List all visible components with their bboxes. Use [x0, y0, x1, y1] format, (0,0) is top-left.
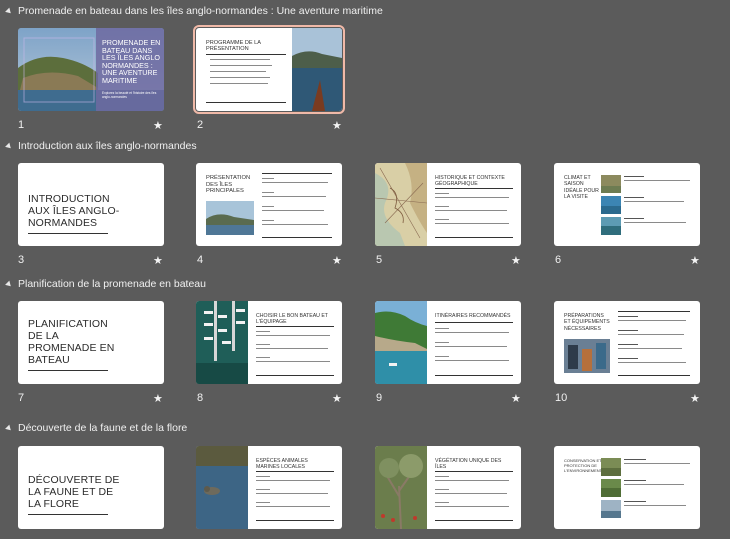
section-header-1[interactable]: Promenade en bateau dans les îles anglo-…	[5, 4, 383, 18]
collapse-triangle-icon[interactable]	[5, 424, 13, 432]
slide-thumbnail-14[interactable]: CONSERVATION ET PROTECTION DE L'ENVIRONN…	[554, 446, 700, 529]
slide-thumbnail-3[interactable]: INTRODUCTION AUX ÎLES ANGLO- NORMANDES	[18, 163, 164, 246]
slide-number: 8	[197, 392, 204, 404]
collapse-triangle-icon[interactable]	[5, 7, 13, 15]
section-header-4[interactable]: Découverte de la faune et de la flore	[5, 421, 188, 435]
landscape-photo	[601, 479, 621, 497]
section-header-2[interactable]: Introduction aux îles anglo-normandes	[5, 139, 197, 153]
slide-title: PROGRAMME DE LA PRÉSENTATION	[206, 40, 261, 53]
seal-photo	[196, 446, 248, 529]
collapse-triangle-icon[interactable]	[5, 142, 13, 150]
slide-title: INTRODUCTION AUX ÎLES ANGLO- NORMANDES	[28, 193, 119, 234]
slide-title: CLIMAT ET SAISON IDÉALE POUR LA VISITE	[564, 175, 599, 201]
slide-thumbnail-10[interactable]: PRÉPARATIONS ET ÉQUIPEMENTS NÉCESSAIRES	[554, 301, 700, 384]
slide-title: CONSERVATION ET PROTECTION DE L'ENVIRONN…	[564, 458, 603, 473]
slide-title: DÉCOUVERTE DE LA FAUNE ET DE LA FLORE	[28, 474, 120, 515]
slide-title: HISTORIQUE ET CONTEXTE GÉOGRAPHIQUE	[435, 175, 505, 187]
slide-thumbnail-4[interactable]: PRÉSENTATION DES ÎLES PRINCIPALES	[196, 163, 342, 246]
landscape-photo	[601, 500, 621, 518]
slide-number: 1	[18, 119, 25, 131]
slide-thumbnail-12[interactable]: ESPÈCES ANIMALES MARINES LOCALES	[196, 446, 342, 529]
slide-number: 10	[555, 392, 568, 404]
slide-thumbnail-2[interactable]: PROGRAMME DE LA PRÉSENTATION	[193, 25, 345, 114]
slide-title: ITINÉRAIRES RECOMMANDÉS	[435, 313, 511, 319]
slide-thumbnail-6[interactable]: CLIMAT ET SAISON IDÉALE POUR LA VISITE	[554, 163, 700, 246]
slide-thumbnail-1[interactable]: PROMENADE EN BATEAU DANS LES ÎLES ANGLO …	[18, 28, 164, 111]
slide-title: PLANIFICATION DE LA PROMENADE EN BATEAU	[28, 318, 114, 371]
slide-thumbnail-7[interactable]: PLANIFICATION DE LA PROMENADE EN BATEAU	[18, 301, 164, 384]
cove-photo	[375, 301, 427, 384]
section-title: Promenade en bateau dans les îles anglo-…	[18, 5, 383, 17]
slide-title: PRÉSENTATION DES ÎLES PRINCIPALES	[206, 175, 251, 195]
slide-thumbnail-11[interactable]: DÉCOUVERTE DE LA FAUNE ET DE LA FLORE	[18, 446, 164, 529]
sea-boat-photo	[292, 28, 342, 111]
map-photo	[375, 163, 427, 246]
marina-photo	[196, 301, 248, 384]
section-header-3[interactable]: Planification de la promenade en bateau	[5, 277, 206, 291]
slide-title: ESPÈCES ANIMALES MARINES LOCALES	[256, 458, 308, 470]
animation-star-icon: ★	[690, 393, 700, 405]
slide-number: 7	[18, 392, 25, 404]
slide-number: 2	[197, 119, 204, 131]
animation-star-icon: ★	[332, 255, 342, 267]
collapse-triangle-icon[interactable]	[5, 280, 13, 288]
slide-thumbnail-9[interactable]: ITINÉRAIRES RECOMMANDÉS	[375, 301, 521, 384]
animation-star-icon: ★	[511, 393, 521, 405]
animation-star-icon: ★	[153, 255, 163, 267]
slide-thumbnail-13[interactable]: VÉGÉTATION UNIQUE DES ÎLES	[375, 446, 521, 529]
animation-star-icon: ★	[332, 393, 342, 405]
slide-number: 5	[376, 254, 383, 266]
animation-star-icon: ★	[153, 393, 163, 405]
slide-thumbnail-5[interactable]: HISTORIQUE ET CONTEXTE GÉOGRAPHIQUE	[375, 163, 521, 246]
slide-number: 9	[376, 392, 383, 404]
slide-thumbnail-8[interactable]: CHOISIR LE BON BATEAU ET L'ÉQUIPAGE	[196, 301, 342, 384]
slide-subtitle: Explorez la beauté et l'histoire des île…	[102, 91, 157, 99]
animation-star-icon: ★	[690, 255, 700, 267]
slide-title: VÉGÉTATION UNIQUE DES ÎLES	[435, 458, 502, 470]
slide-number: 4	[197, 254, 204, 266]
landscape-photo	[601, 217, 621, 235]
animation-star-icon: ★	[332, 120, 342, 132]
landscape-photo	[601, 458, 621, 476]
slide-title: PRÉPARATIONS ET ÉQUIPEMENTS NÉCESSAIRES	[564, 313, 610, 332]
animation-star-icon: ★	[153, 120, 163, 132]
landscape-photo	[601, 175, 621, 193]
equipment-photo	[564, 339, 610, 373]
slide-number: 6	[555, 254, 562, 266]
island-photo	[206, 201, 254, 235]
section-title: Introduction aux îles anglo-normandes	[18, 140, 197, 152]
animation-star-icon: ★	[511, 255, 521, 267]
slide-title: CHOISIR LE BON BATEAU ET L'ÉQUIPAGE	[256, 313, 328, 325]
landscape-photo	[601, 196, 621, 214]
vegetation-photo	[375, 446, 427, 529]
slide-title: PROMENADE EN BATEAU DANS LES ÎLES ANGLO …	[102, 38, 161, 85]
slide-number: 3	[18, 254, 25, 266]
section-title: Découverte de la faune et de la flore	[18, 422, 188, 434]
section-title: Planification de la promenade en bateau	[18, 278, 206, 290]
